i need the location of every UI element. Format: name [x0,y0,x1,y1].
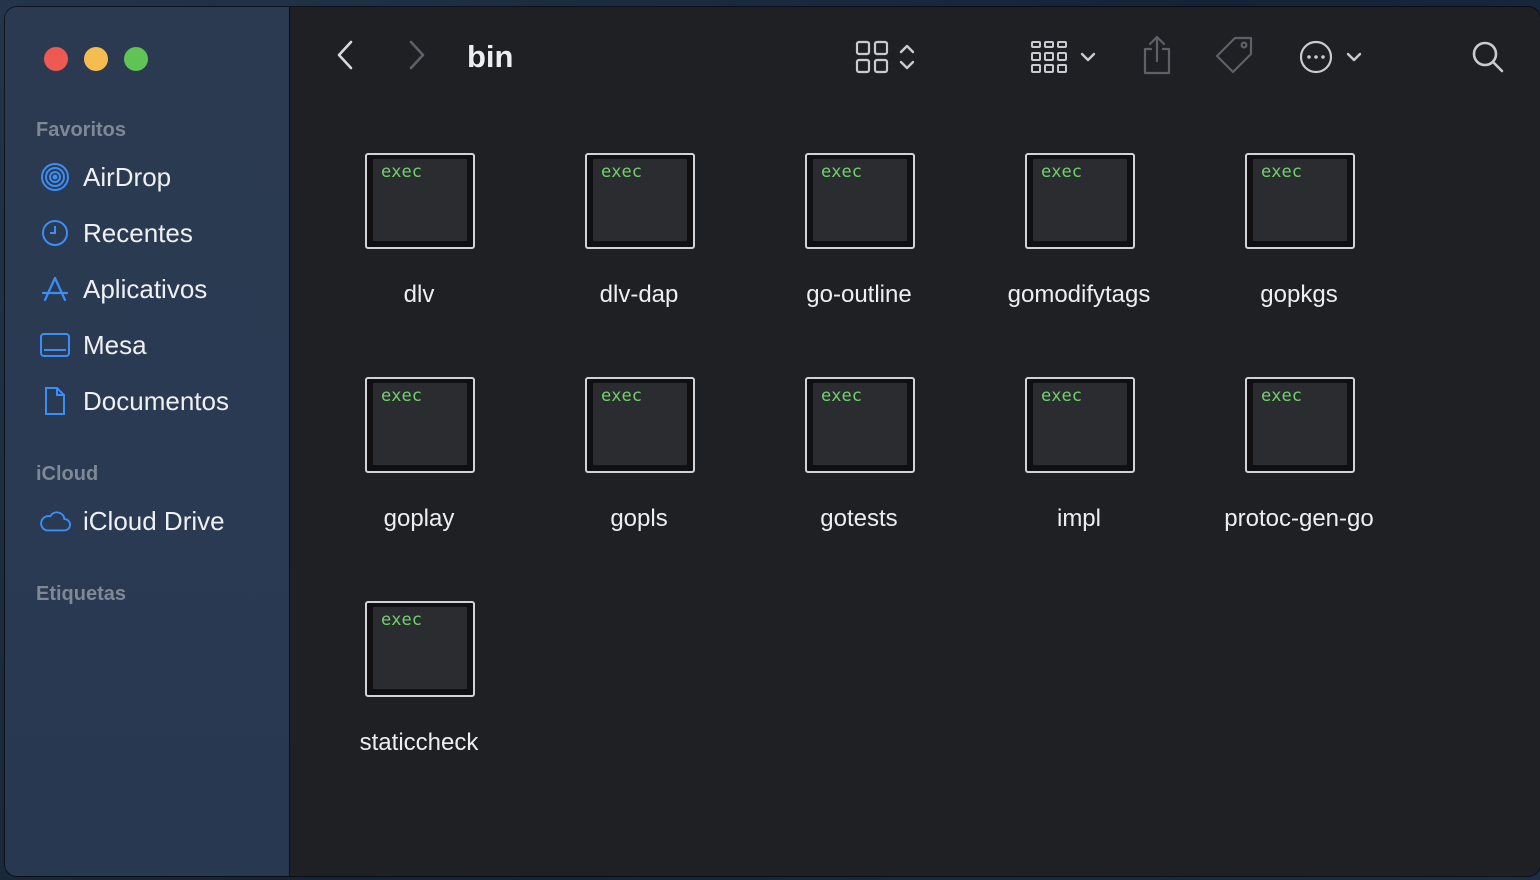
exec-badge: exec [821,386,862,406]
share-icon [1141,35,1173,80]
exec-file-icon: exec [805,377,915,473]
chevron-down-icon [1346,50,1362,68]
grid-view-icon [855,40,889,79]
forward-button[interactable] [402,39,432,75]
file-item[interactable]: exec gotests [749,377,969,577]
exec-file-icon: exec [365,377,475,473]
sidebar: Favoritos AirDrop Recentes Aplicativos M… [5,7,290,876]
sidebar-section-icloud: iCloud [36,463,99,485]
file-item[interactable]: exec dlv-dap [529,153,749,353]
file-item[interactable]: exec gopkgs [1189,153,1409,353]
sidebar-item-recentes[interactable]: Recentes [39,213,193,253]
exec-badge: exec [1261,162,1302,182]
share-button[interactable] [1140,35,1174,79]
sidebar-item-label: iCloud Drive [83,505,225,536]
sidebar-section-favoritos: Favoritos [36,119,127,141]
exec-file-icon: exec [365,601,475,697]
exec-file-icon: exec [1245,153,1355,249]
exec-badge: exec [1261,386,1302,406]
search-button[interactable] [1470,39,1506,79]
file-item[interactable]: exec gomodifytags [969,153,1189,353]
exec-badge: exec [381,610,422,630]
file-item[interactable]: exec goplay [309,377,529,577]
file-item[interactable]: exec protoc-gen-go [1189,377,1409,577]
exec-file-icon: exec [1025,377,1135,473]
finder-window: Favoritos AirDrop Recentes Aplicativos M… [5,7,1540,876]
exec-badge: exec [1041,162,1082,182]
sidebar-section-etiquetas: Etiquetas [36,583,127,605]
sidebar-item-mesa[interactable]: Mesa [39,325,147,365]
sidebar-item-documentos[interactable]: Documentos [39,381,229,421]
apps-icon [39,273,71,305]
file-item[interactable]: exec gopls [529,377,749,577]
file-name: impl [1056,505,1101,532]
ellipsis-circle-icon [1298,39,1334,80]
exec-file-icon: exec [1245,377,1355,473]
sidebar-item-label: AirDrop [83,161,172,192]
exec-badge: exec [381,162,422,182]
file-name: go-outline [806,281,912,308]
chevron-left-icon [336,40,354,75]
clock-icon [39,217,71,249]
sidebar-item-label: Documentos [83,385,229,416]
airdrop-icon [39,161,71,193]
minimize-button[interactable] [84,47,108,71]
file-name: gopls [610,505,668,532]
sidebar-item-label: Recentes [83,217,193,248]
sidebar-item-airdrop[interactable]: AirDrop [39,157,171,197]
exec-badge: exec [821,162,862,182]
chevron-updown-icon [899,42,915,77]
desktop-icon [39,329,71,361]
file-name: gopkgs [1260,281,1338,308]
file-item[interactable]: exec go-outline [749,153,969,353]
exec-badge: exec [601,162,642,182]
exec-badge: exec [601,386,642,406]
sidebar-item-label: Aplicativos [83,273,208,304]
main-content: bin exec dlv exec dlv-dap exec go-outlin… [290,7,1540,876]
file-name: goplay [383,505,455,532]
tag-icon [1215,35,1255,80]
window-title: bin [467,39,514,74]
window-controls [44,47,148,71]
file-name: gotests [820,505,898,532]
back-button[interactable] [330,39,360,75]
exec-badge: exec [1041,386,1082,406]
exec-file-icon: exec [1025,153,1135,249]
group-icon [1030,40,1068,79]
sidebar-item-icloud-drive[interactable]: iCloud Drive [39,501,225,541]
file-name: dlv-dap [599,281,679,308]
file-name: staticcheck [359,729,479,756]
cloud-icon [39,505,71,537]
sidebar-item-aplicativos[interactable]: Aplicativos [39,269,207,309]
file-item[interactable]: exec dlv [309,153,529,353]
exec-file-icon: exec [805,153,915,249]
exec-file-icon: exec [585,153,695,249]
file-name: gomodifytags [1007,281,1151,308]
exec-badge: exec [381,386,422,406]
exec-file-icon: exec [585,377,695,473]
file-item[interactable]: exec staticcheck [309,601,529,801]
more-actions-button[interactable] [1295,39,1365,79]
close-button[interactable] [44,47,68,71]
search-icon [1471,40,1505,79]
chevron-down-icon [1080,50,1096,68]
file-name: protoc-gen-go [1224,505,1374,532]
view-mode-button[interactable] [850,39,920,79]
zoom-button[interactable] [124,47,148,71]
sidebar-item-label: Mesa [83,329,147,360]
chevron-right-icon [408,40,426,75]
tag-button[interactable] [1215,35,1255,80]
group-by-button[interactable] [1027,39,1099,79]
exec-file-icon: exec [365,153,475,249]
document-icon [39,385,71,417]
file-name: dlv [403,281,435,308]
file-item[interactable]: exec impl [969,377,1189,577]
